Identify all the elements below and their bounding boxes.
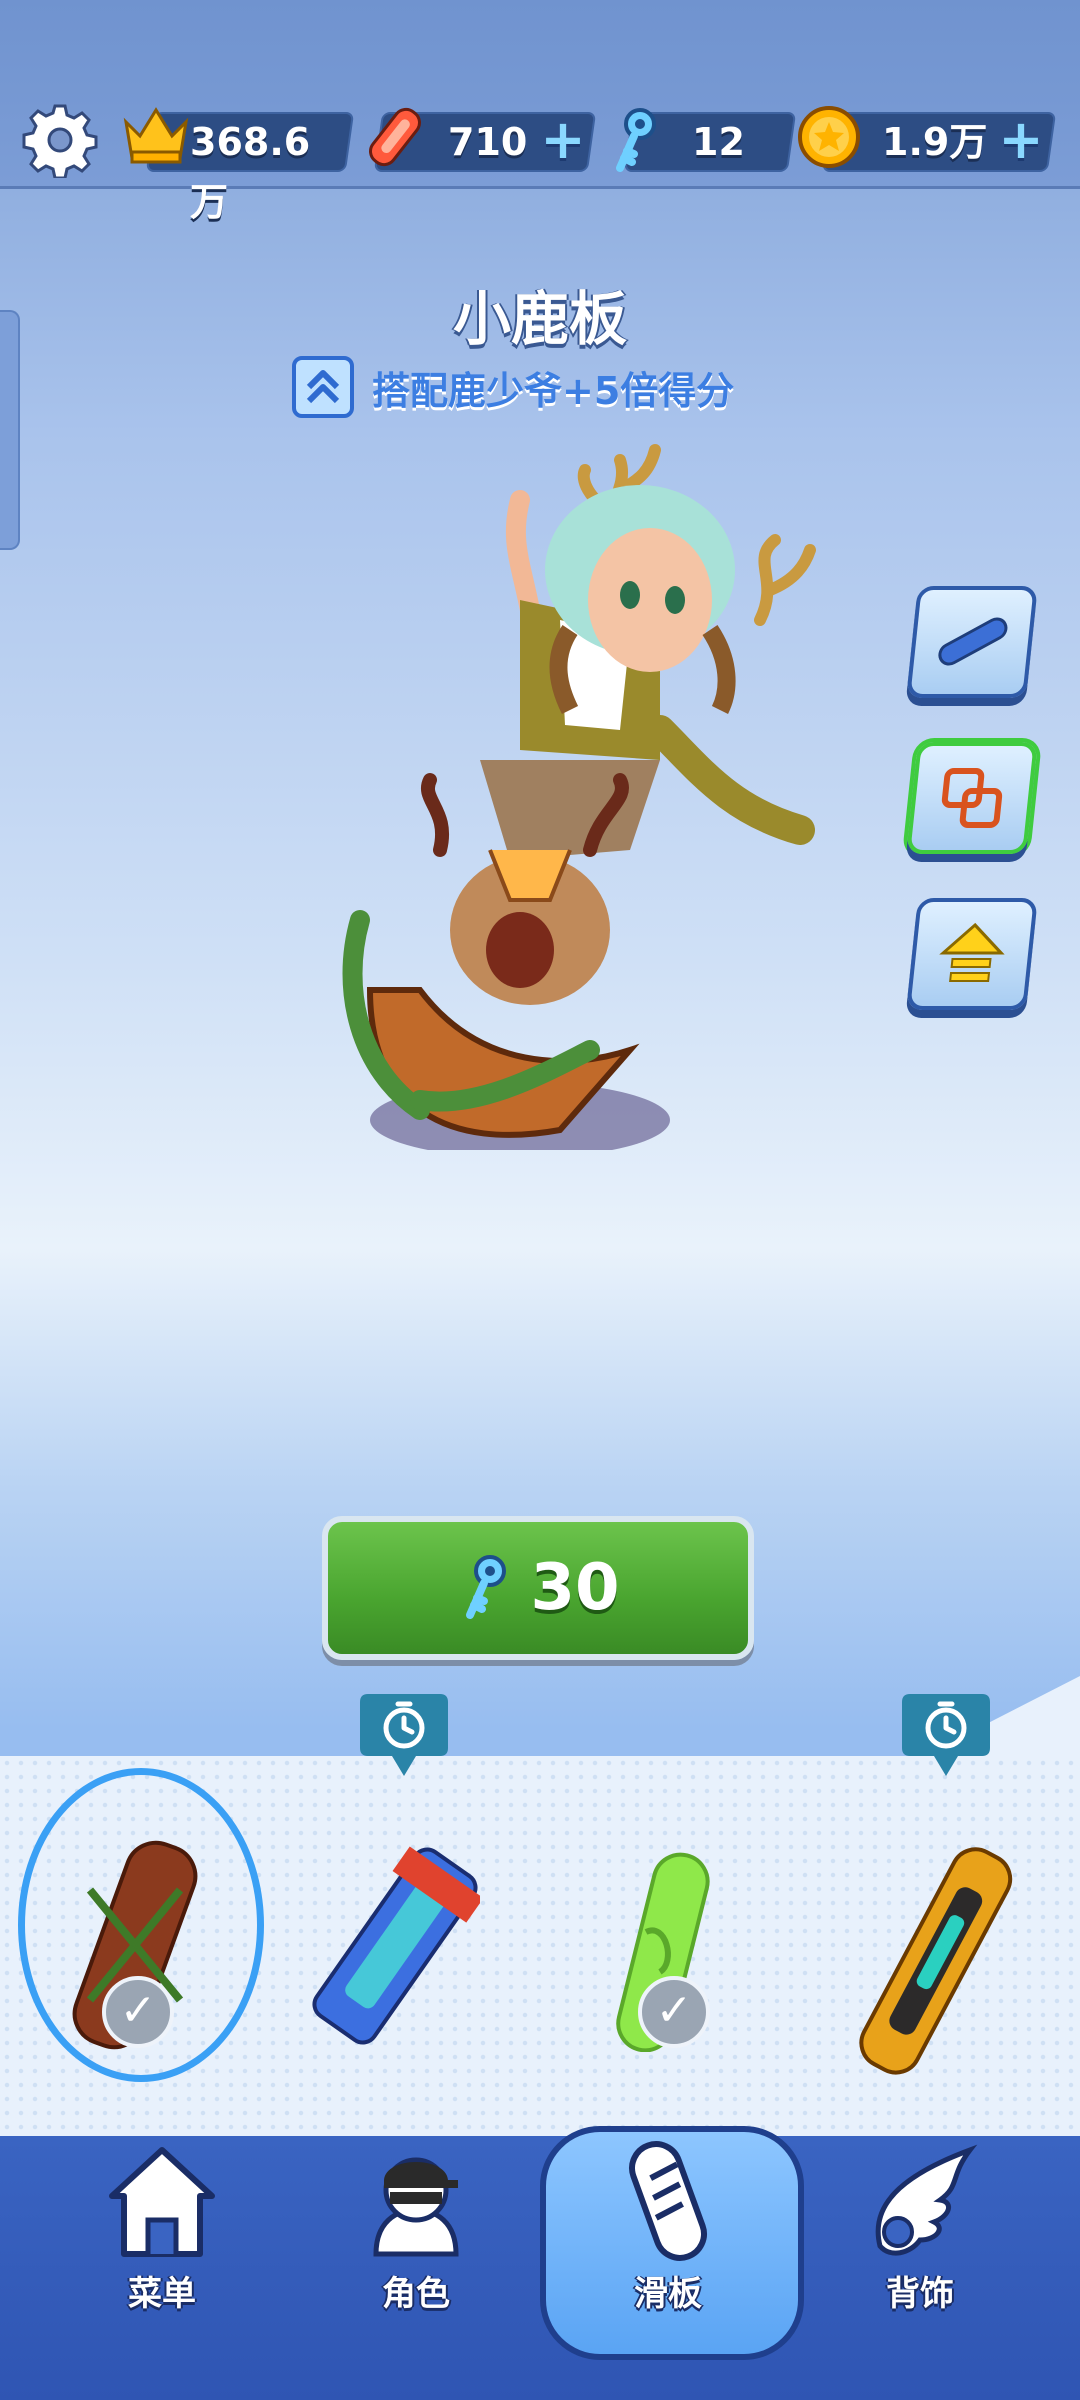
shelf-item-tech-board[interactable] — [310, 1846, 484, 2046]
gear-icon[interactable] — [22, 102, 98, 180]
keys-value: 12 — [692, 120, 745, 164]
bonus-text: 搭配鹿少爷+5倍得分 — [372, 368, 735, 413]
house-icon — [109, 2147, 215, 2257]
shelf-item-rocket-board[interactable] — [844, 1840, 1024, 2080]
item-title: 小鹿板 — [452, 285, 627, 353]
timer-badge-icon — [358, 1690, 450, 1780]
upgrade-button[interactable] — [906, 898, 1038, 1010]
buy-button[interactable]: 30 — [322, 1516, 754, 1660]
key-icon — [606, 106, 662, 174]
nav-board-label: 滑板 — [634, 2274, 702, 2314]
character-icon — [373, 2157, 459, 2257]
board-currency-icon — [360, 102, 430, 172]
nav-back-accessory[interactable]: 背饰 — [810, 2136, 1030, 2400]
link-squares-icon — [941, 768, 1003, 828]
nav-character-label: 角色 — [382, 2274, 450, 2314]
combo-view-button[interactable] — [906, 742, 1038, 854]
nav-back-accessory-label: 背饰 — [886, 2274, 954, 2314]
coin-icon — [796, 104, 862, 170]
board-view-button[interactable] — [906, 586, 1038, 698]
nav-menu[interactable]: 菜单 — [52, 2136, 272, 2400]
skateboard-icon — [629, 2141, 707, 2261]
chevron-up-icon — [292, 356, 354, 418]
crown-icon — [120, 104, 192, 166]
board-icon — [938, 617, 1008, 666]
add-coins-button[interactable]: + — [994, 110, 1048, 170]
wing-icon — [875, 2144, 978, 2256]
owned-check-icon: ✓ — [102, 1976, 174, 2048]
price-value: 30 — [530, 1551, 620, 1625]
nav-character[interactable]: 角色 — [306, 2136, 526, 2400]
nav-menu-label: 菜单 — [128, 2274, 196, 2314]
key-icon — [466, 1555, 507, 1619]
bonus-row: 搭配鹿少爷+5倍得分 — [292, 352, 734, 422]
nav-board[interactable]: 滑板 — [558, 2136, 778, 2400]
timer-badge-icon — [900, 1690, 992, 1780]
boards-value: 710 — [448, 120, 528, 164]
add-boards-button[interactable]: + — [536, 110, 590, 170]
owned-check-icon: ✓ — [638, 1976, 710, 2048]
upgrade-arrow-icon — [939, 922, 1005, 982]
coins-value: 1.9万 — [882, 120, 988, 164]
score-value: 368.6万 — [190, 120, 311, 224]
character-preview[interactable] — [330, 430, 850, 1158]
